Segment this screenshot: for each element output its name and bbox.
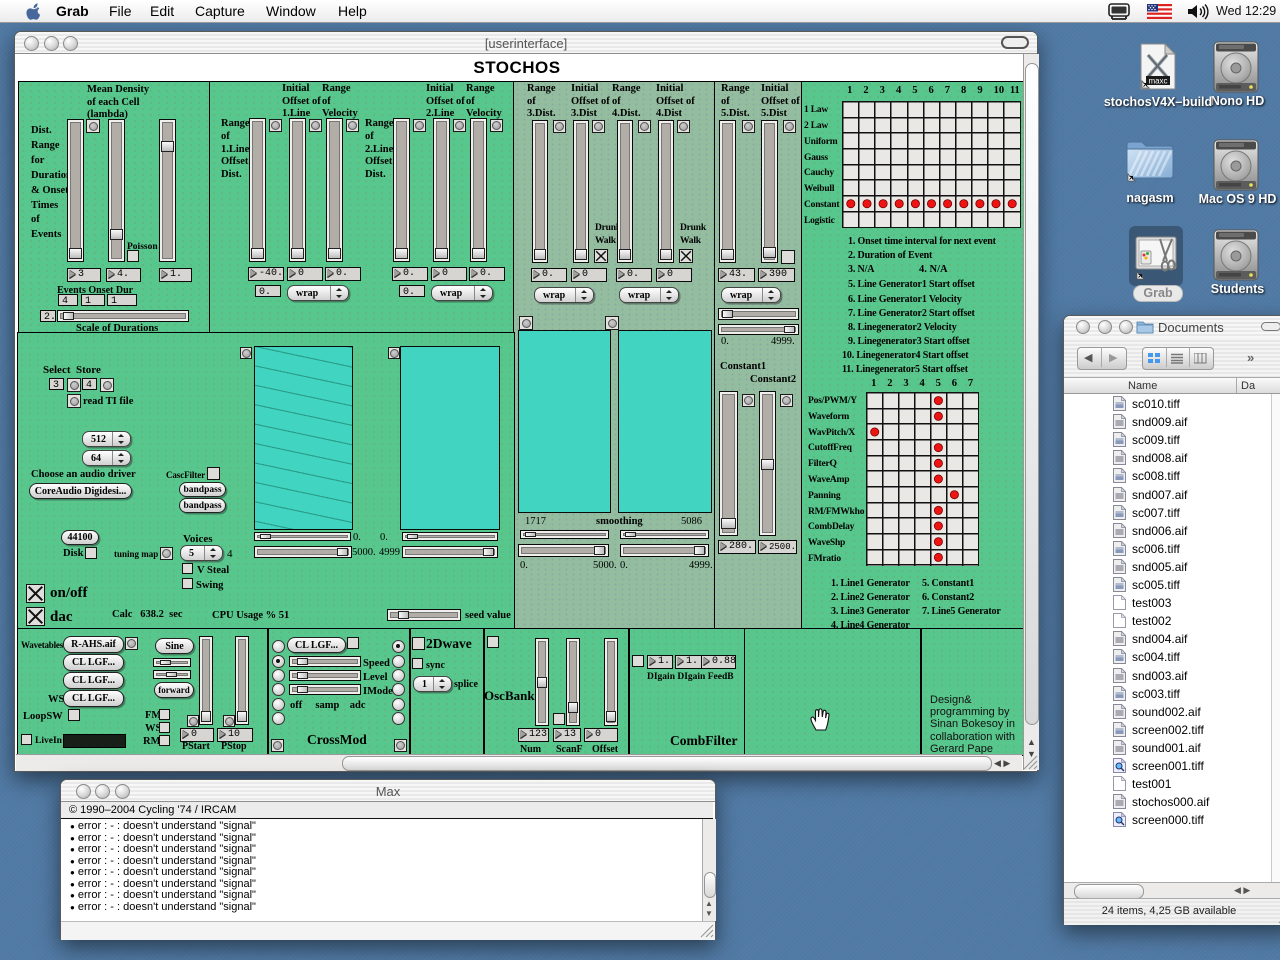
svg-text:maxc: maxc (1148, 77, 1167, 86)
